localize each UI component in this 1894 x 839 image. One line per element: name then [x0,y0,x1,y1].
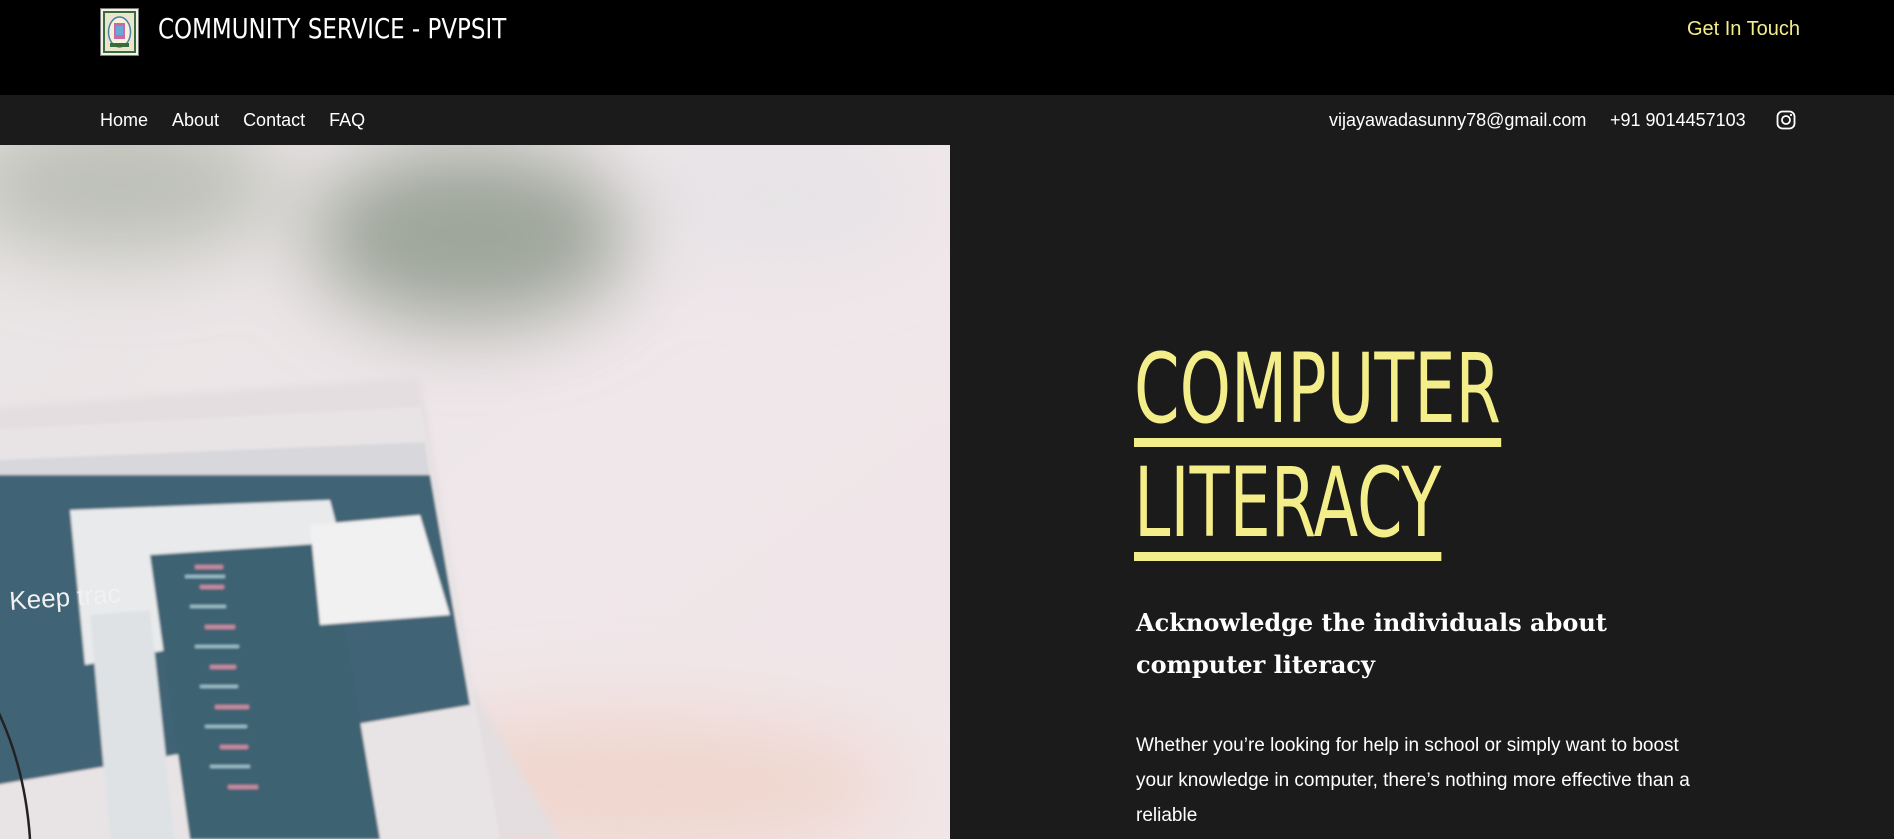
nav-bar: Home About Contact FAQ vijayawadasunny78… [0,95,1894,145]
college-logo[interactable] [100,8,139,56]
hero-subheading: Acknowledge the individuals about comput… [1136,608,1607,679]
hero-laptop-image: Keep trac [0,145,950,839]
hero-body-text: Whether you’re looking for help in schoo… [1136,735,1690,826]
headline-line-2[interactable]: LITERACY [1134,454,1442,561]
nav-item-about[interactable]: About [172,110,219,131]
nav-item-faq[interactable]: FAQ [329,110,365,131]
top-header: COMMUNITY SERVICE - PVPSIT Get In Touch [0,0,1894,95]
nav-menu: Home About Contact FAQ [100,110,365,131]
headline-line-1[interactable]: COMPUTER [1134,340,1501,447]
contact-email[interactable]: vijayawadasunny78@gmail.com [1329,110,1586,131]
nav-item-contact[interactable]: Contact [243,110,305,131]
contact-phone[interactable]: +91 9014457103 [1610,110,1746,131]
nav-item-home[interactable]: Home [100,110,148,131]
get-in-touch-link[interactable]: Get In Touch [1687,18,1800,41]
instagram-icon[interactable] [1776,110,1796,130]
hero-headline[interactable]: COMPUTER LITERACY [1134,333,1694,561]
site-title[interactable]: COMMUNITY SERVICE - PVPSIT [158,12,506,45]
